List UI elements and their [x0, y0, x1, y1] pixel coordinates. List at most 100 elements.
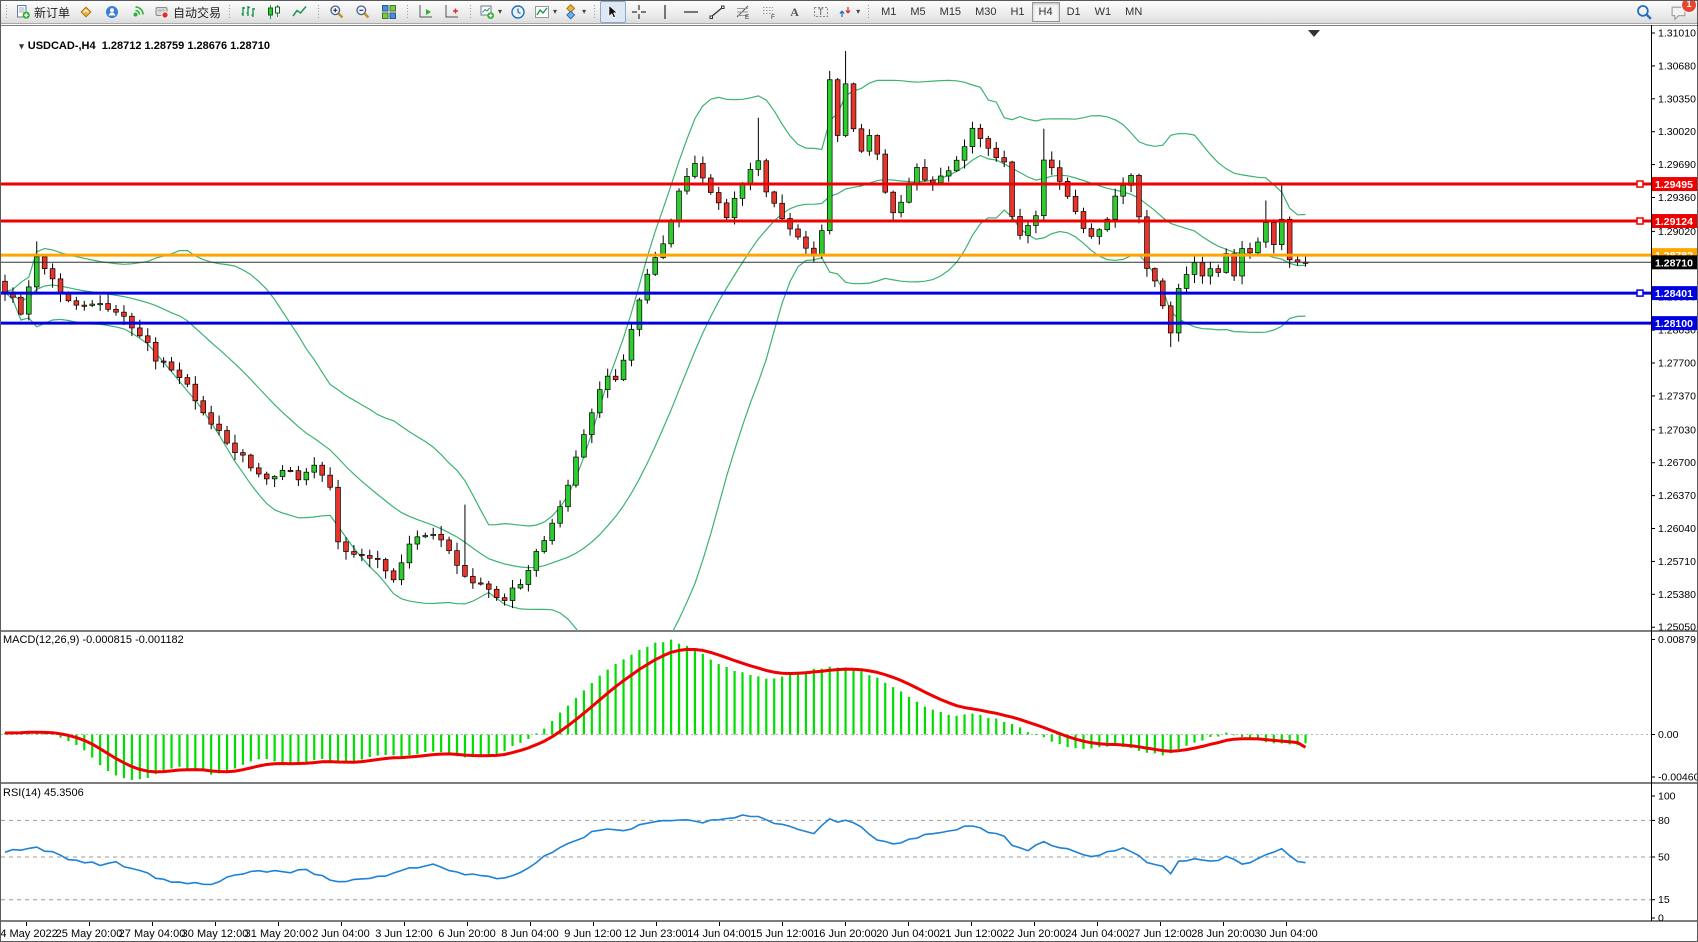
new-order-button[interactable]: 新订单 — [12, 1, 73, 23]
line-chart-icon — [292, 4, 308, 20]
vline-button[interactable] — [652, 1, 678, 23]
cursor-button[interactable] — [600, 1, 626, 23]
fibo-button[interactable]: E — [730, 1, 756, 23]
price-axis-tick: 1.30020 — [1658, 126, 1696, 138]
horizontal-level-line[interactable]: 1.28100 — [1, 316, 1698, 330]
shapes-button[interactable]: ▾ — [834, 1, 863, 23]
timeframe-button-m15[interactable]: M15 — [933, 2, 968, 22]
candle-up — [899, 202, 904, 213]
bar-chart-button[interactable] — [235, 1, 261, 23]
candle-up — [970, 128, 975, 146]
candle-down — [486, 584, 491, 589]
hline-button[interactable] — [678, 1, 704, 23]
price-axis-tick: 1.27700 — [1658, 358, 1696, 370]
fibo-grid-button[interactable]: F — [756, 1, 782, 23]
candle-down — [1271, 223, 1276, 245]
horizontal-level-line[interactable]: 1.29124 — [1, 214, 1698, 228]
text-label-button[interactable]: T — [808, 1, 834, 23]
candle-chart-button[interactable] — [261, 1, 287, 23]
community-button[interactable] — [99, 1, 125, 23]
crosshair-button[interactable] — [626, 1, 652, 23]
time-axis-tick — [656, 922, 657, 926]
candle-up — [542, 541, 547, 552]
candle-up — [938, 176, 943, 183]
signals-button[interactable] — [125, 1, 151, 23]
chart-shift-marker[interactable] — [1308, 30, 1320, 37]
auto-scroll-button[interactable] — [413, 1, 439, 23]
time-label: 24 Jun 04:00 — [1065, 928, 1129, 940]
trendline-button[interactable] — [704, 1, 730, 23]
candle-up — [90, 304, 95, 305]
candle-down — [391, 571, 396, 580]
indicators-button[interactable]: ▾ — [531, 1, 560, 23]
macd-axis[interactable]: 0.0087910.00-0.004601 — [1651, 634, 1698, 783]
new-chart-button[interactable]: ▾ — [476, 1, 505, 23]
zoom-in-button[interactable] — [324, 1, 350, 23]
svg-text:F: F — [771, 14, 775, 20]
time-axis-tick — [1097, 922, 1098, 926]
candle-up — [629, 329, 634, 360]
time-axis[interactable]: 24 May 202225 May 20:0027 May 04:0030 Ma… — [1, 921, 1698, 942]
chart-shift-icon — [444, 4, 460, 20]
time-label: 6 Jun 20:00 — [438, 928, 496, 940]
candle-up — [827, 80, 832, 231]
rsi-axis-tick: 15 — [1658, 894, 1670, 906]
timeframe-button-w1[interactable]: W1 — [1088, 2, 1119, 22]
candle-up — [907, 184, 912, 203]
new-chart-icon — [479, 4, 495, 20]
candle-down — [1168, 306, 1173, 333]
market-icon — [78, 4, 94, 20]
candle-down — [1232, 254, 1237, 276]
toolbar-group-grip — [594, 5, 595, 20]
timeframe-button-mn[interactable]: MN — [1118, 2, 1149, 22]
macd-axis-tick: 0.00 — [1658, 729, 1679, 741]
time-label: 12 Jun 23:00 — [624, 928, 688, 940]
horizontal-level-line[interactable]: 1.29495 — [1, 177, 1698, 191]
timeframe-button-m5[interactable]: M5 — [903, 2, 932, 22]
time-axis-tick — [782, 922, 783, 926]
chart-shift-button[interactable] — [439, 1, 465, 23]
candle-down — [225, 430, 230, 443]
price-tag-label: 1.28401 — [1655, 288, 1693, 300]
price-tag-label: 1.29495 — [1655, 179, 1693, 191]
candle-down — [1049, 160, 1054, 168]
symbol-menu-icon[interactable]: ▾ — [19, 41, 24, 51]
timeframe-button-h1[interactable]: H1 — [1003, 2, 1031, 22]
main-price-chart: 1.310101.306801.303501.300201.296901.293… — [1, 25, 1698, 631]
candle-down — [1057, 168, 1062, 182]
candle-down — [1002, 158, 1007, 162]
horizontal-level-line[interactable]: 1.28401 — [1, 286, 1698, 300]
candle-up — [399, 563, 404, 580]
candle-down — [891, 192, 896, 213]
search-button[interactable] — [1631, 1, 1657, 23]
candle-down — [177, 370, 182, 378]
candle-up — [581, 435, 586, 457]
clock-icon — [510, 4, 526, 20]
text-button[interactable]: A — [782, 1, 808, 23]
zoom-out-button[interactable] — [350, 1, 376, 23]
price-axis-tick: 1.25380 — [1658, 589, 1696, 601]
autotrade-button[interactable]: 自动交易 — [151, 1, 224, 23]
objects-button[interactable]: ▾ — [560, 1, 589, 23]
candle-up — [423, 536, 428, 537]
rsi-axis[interactable]: 1008050150 — [1651, 791, 1676, 922]
time-axis-tick — [467, 922, 468, 926]
candle-down — [439, 534, 444, 540]
candle-down — [851, 84, 856, 129]
candle-up — [954, 160, 959, 171]
candle-down — [209, 413, 214, 424]
timeframe-button-m30[interactable]: M30 — [968, 2, 1003, 22]
line-chart-button[interactable] — [287, 1, 313, 23]
chat-button[interactable]: 1 — [1665, 1, 1691, 23]
candle-down — [780, 203, 785, 218]
candle-down — [470, 576, 475, 583]
market-button[interactable] — [73, 1, 99, 23]
tile-windows-button[interactable] — [376, 1, 402, 23]
clock-button[interactable] — [505, 1, 531, 23]
timeframe-button-h4[interactable]: H4 — [1032, 2, 1060, 22]
candle-up — [26, 287, 31, 314]
horizontal-level-line[interactable]: 1.28782 — [1, 248, 1698, 262]
timeframe-button-d1[interactable]: D1 — [1060, 2, 1088, 22]
timeframe-button-m1[interactable]: M1 — [874, 2, 903, 22]
rsi-axis-tick: 100 — [1658, 791, 1676, 803]
